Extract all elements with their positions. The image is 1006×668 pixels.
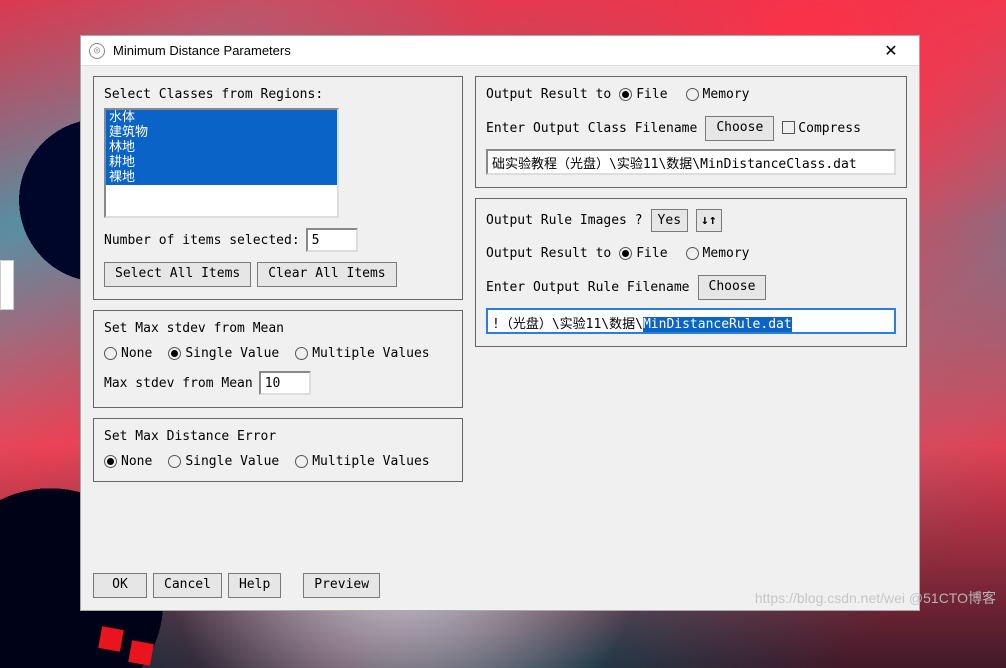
out-rule-choose-button[interactable]: Choose <box>698 275 767 300</box>
out-rule-file-radio[interactable]: File <box>619 246 667 261</box>
out-rule-yes-toggle[interactable]: Yes <box>651 209 688 232</box>
bg-shape <box>128 640 153 665</box>
stdev-none-radio[interactable]: None <box>104 346 152 361</box>
compress-checkbox[interactable]: Compress <box>782 121 861 136</box>
close-button[interactable]: ✕ <box>871 41 911 61</box>
output-rule-group: Output Rule Images ? Yes ↓↑ Output Resul… <box>475 198 907 347</box>
out-class-enter-label: Enter Output Class Filename <box>486 121 697 136</box>
preview-button[interactable]: Preview <box>303 573 380 598</box>
clear-all-button[interactable]: Clear All Items <box>257 262 396 287</box>
dist-multiple-radio[interactable]: Multiple Values <box>295 454 429 469</box>
classes-label: Select Classes from Regions: <box>104 87 452 102</box>
swap-icon[interactable]: ↓↑ <box>696 209 722 232</box>
out-rule-enter-label: Enter Output Rule Filename <box>486 280 690 295</box>
out-class-memory-radio[interactable]: Memory <box>686 87 750 102</box>
dist-single-radio[interactable]: Single Value <box>168 454 279 469</box>
dialog: ◎ Minimum Distance Parameters ✕ Select C… <box>80 35 920 611</box>
titlebar: ◎ Minimum Distance Parameters ✕ <box>81 36 919 66</box>
list-item[interactable]: 耕地 <box>106 155 337 170</box>
watermark-text: https://blog.csdn.net/wei @51CTO博客 <box>755 588 996 608</box>
dialog-body: Select Classes from Regions: 水体 建筑物 林地 耕… <box>81 66 919 565</box>
out-rule-memory-radio[interactable]: Memory <box>686 246 750 261</box>
dist-title: Set Max Distance Error <box>104 429 452 444</box>
classes-group: Select Classes from Regions: 水体 建筑物 林地 耕… <box>93 76 463 300</box>
out-rule-q-label: Output Rule Images ? <box>486 213 643 228</box>
ok-button[interactable]: OK <box>93 573 147 598</box>
list-item[interactable]: 林地 <box>106 140 337 155</box>
select-all-button[interactable]: Select All Items <box>104 262 251 287</box>
list-item[interactable]: 裸地 <box>106 170 337 185</box>
bg-shape <box>98 626 123 651</box>
classes-list[interactable]: 水体 建筑物 林地 耕地 裸地 <box>104 108 339 218</box>
out-class-result-label: Output Result to <box>486 87 611 102</box>
out-class-path-input[interactable] <box>486 149 896 175</box>
selected-count-label: Number of items selected: <box>104 233 300 248</box>
out-rule-result-label: Output Result to <box>486 246 611 261</box>
stdev-multiple-radio[interactable]: Multiple Values <box>295 346 429 361</box>
dist-none-radio[interactable]: None <box>104 454 152 469</box>
list-item[interactable]: 水体 <box>106 110 337 125</box>
dist-group: Set Max Distance Error None Single Value… <box>93 418 463 482</box>
help-button[interactable]: Help <box>228 573 281 598</box>
bg-strip <box>0 260 14 310</box>
cancel-button[interactable]: Cancel <box>153 573 222 598</box>
list-item[interactable]: 建筑物 <box>106 125 337 140</box>
out-class-file-radio[interactable]: File <box>619 87 667 102</box>
app-icon: ◎ <box>89 43 105 59</box>
output-class-group: Output Result to File Memory Enter Outpu… <box>475 76 907 188</box>
window-title: Minimum Distance Parameters <box>113 43 871 58</box>
stdev-value-label: Max stdev from Mean <box>104 376 253 391</box>
stdev-group: Set Max stdev from Mean None Single Valu… <box>93 310 463 408</box>
stdev-single-radio[interactable]: Single Value <box>168 346 279 361</box>
out-rule-path-input[interactable]: !（光盘）\实验11\数据\MinDistanceRule.dat <box>486 308 896 334</box>
stdev-value-input[interactable] <box>259 371 311 395</box>
stdev-title: Set Max stdev from Mean <box>104 321 452 336</box>
selected-count-input[interactable] <box>306 228 358 252</box>
out-class-choose-button[interactable]: Choose <box>705 116 774 141</box>
